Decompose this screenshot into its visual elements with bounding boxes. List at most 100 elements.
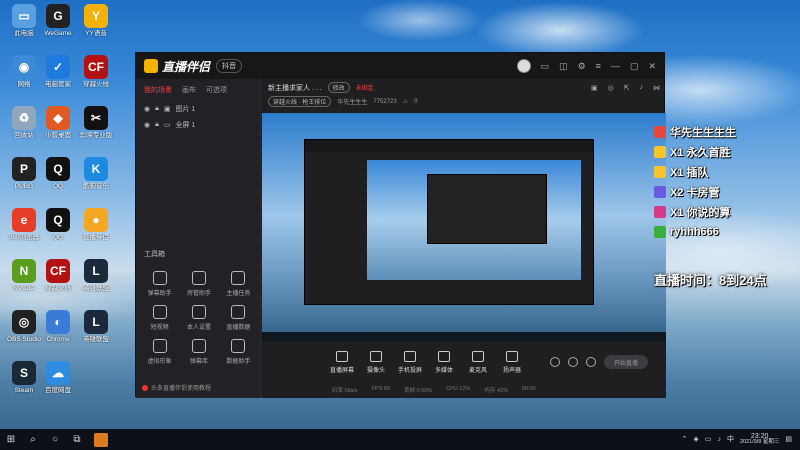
lock-icon[interactable]: 🔒︎ xyxy=(155,121,159,129)
desktop-icon[interactable]: Q QQ xyxy=(38,157,78,190)
desktop-icon[interactable]: ◐ Chrome xyxy=(38,310,78,343)
app-icon: Q xyxy=(46,157,70,181)
network-icon[interactable]: ▭ xyxy=(705,435,712,443)
desktop-icon[interactable]: CF 穿越火线 xyxy=(76,55,116,88)
source-button[interactable]: 摄像头 xyxy=(364,351,388,374)
tool-item[interactable]: 虚拟形象 xyxy=(140,339,179,365)
shield-icon[interactable]: ◈ xyxy=(693,435,698,443)
tray-arrow-icon[interactable]: ⌃ xyxy=(682,435,688,443)
skin-icon[interactable]: ◫ xyxy=(559,61,568,72)
desktop-icon[interactable]: L 英雄联盟 xyxy=(76,259,116,292)
maximize-icon[interactable]: ▢ xyxy=(630,61,639,72)
task-view-icon[interactable]: ⧉ xyxy=(66,429,88,450)
live-preview[interactable] xyxy=(262,113,666,341)
bind-status[interactable]: 未绑定 xyxy=(356,83,374,92)
source-icon xyxy=(438,351,450,362)
play-icon[interactable] xyxy=(550,357,560,367)
source-icon xyxy=(336,351,348,362)
close-icon[interactable]: ✕ xyxy=(648,61,656,72)
share-icon[interactable]: ⇱ xyxy=(624,84,630,92)
desktop-icon[interactable]: L 英雄联盟 xyxy=(76,310,116,343)
eye-icon[interactable]: ◉ xyxy=(144,105,150,113)
desktop-icon[interactable]: ● 直播伴侣 xyxy=(76,208,116,241)
source-button[interactable]: 麦克风 xyxy=(466,351,490,374)
message-icon[interactable]: ▭ xyxy=(541,61,550,72)
overlay-icon xyxy=(654,226,666,238)
lock-icon[interactable]: 🔒︎ xyxy=(155,105,159,113)
timer-icon[interactable] xyxy=(568,357,578,367)
desktop-icon[interactable]: ◆ 小智桌面 xyxy=(38,106,78,139)
fire-icon: ♨ xyxy=(402,99,409,105)
desktop-icon[interactable]: ✂ 剪映专业版 xyxy=(76,106,116,139)
minimize-icon[interactable]: — xyxy=(611,61,620,71)
ime-icon[interactable]: 中 xyxy=(727,434,734,444)
source-button[interactable]: 手机投屏 xyxy=(398,351,422,374)
toolbox-grid: 弹幕助手 房管助手 主播任务短视频 本人设置 直播数据虚拟形象 弹幕库 数据助手 xyxy=(140,271,258,365)
live-companion-taskbar-icon[interactable] xyxy=(94,432,108,447)
volume-icon[interactable]: ♪ xyxy=(717,436,721,443)
scene-item-image[interactable]: ◉ 🔒︎ ▣ 图片 1 xyxy=(136,101,260,117)
category-tag[interactable]: 穿越火线 · 枪王排位 xyxy=(268,96,332,107)
avatar[interactable] xyxy=(516,59,531,73)
version-badge[interactable]: 抖音 xyxy=(216,59,243,73)
desktop-icon[interactable]: Q QQ xyxy=(38,208,78,241)
menu-icon[interactable]: ≡ xyxy=(596,61,601,71)
app-icon: ☁ xyxy=(46,361,70,385)
eye-icon[interactable]: ◉ xyxy=(144,121,150,129)
tab-canvas[interactable]: 画布 xyxy=(182,85,196,95)
desktop-icon[interactable]: K 酷狗音乐 xyxy=(76,157,116,190)
tool-item[interactable]: 弹幕助手 xyxy=(140,271,179,297)
tool-item[interactable]: 房管助手 xyxy=(179,271,218,297)
source-button[interactable]: 扬声器 xyxy=(500,351,524,374)
tutorial-link[interactable]: 头条直播伴侣使用教程 xyxy=(142,383,211,392)
bottom-right-controls: 开始直播 xyxy=(550,355,648,369)
notification-icon[interactable]: ▤ xyxy=(785,435,792,443)
overlay-icon xyxy=(654,146,666,158)
start-live-button[interactable]: 开始直播 xyxy=(604,355,648,369)
toolbox-title: 工具箱 xyxy=(144,251,165,258)
edit-button[interactable]: 修改 xyxy=(327,82,350,93)
app-logo-icon xyxy=(144,59,158,73)
cortana-icon[interactable]: ○ xyxy=(44,429,66,450)
nickname: 华先生生生 xyxy=(337,100,368,106)
tool-item[interactable]: 数据助手 xyxy=(219,339,258,365)
tool-item[interactable]: 短视频 xyxy=(140,305,179,331)
scene-item-fullscreen[interactable]: ◉ 🔒︎ ▭ 全屏 1 xyxy=(136,117,260,133)
app-icon: ♻ xyxy=(12,106,36,130)
app-icon: e xyxy=(12,208,36,232)
tab-options[interactable]: 可选项 xyxy=(206,85,227,95)
gear-icon[interactable] xyxy=(586,357,596,367)
app-icon: P xyxy=(12,157,36,181)
tab-my-scenes[interactable]: 我的场景 xyxy=(144,85,172,95)
tool-item[interactable]: 主播任务 xyxy=(219,271,258,297)
desktop-icon[interactable]: G WeGame xyxy=(38,4,78,37)
windows-start-icon[interactable]: ⊞ xyxy=(0,429,22,450)
desktop-icon-label: QQ xyxy=(52,234,64,241)
app-icon: Q xyxy=(46,208,70,232)
desktop-icon-label: 英雄联盟 xyxy=(83,285,109,292)
record-icon[interactable]: ◎ xyxy=(608,84,614,92)
tool-item[interactable]: 直播数据 xyxy=(219,305,258,331)
desktop-icon[interactable]: CF 穿越火线 xyxy=(38,259,78,292)
overlay-icon xyxy=(654,126,666,138)
app-icon: ◆ xyxy=(46,106,70,130)
stat-item: 丢帧 0.00% xyxy=(404,388,433,394)
app-icon: CF xyxy=(84,55,108,79)
settings-icon[interactable]: ⚙ xyxy=(578,61,586,72)
source-button[interactable]: 直播屏幕 xyxy=(330,351,354,374)
nested-preview xyxy=(367,160,581,280)
tool-item[interactable]: 弹幕库 xyxy=(179,339,218,365)
link-icon[interactable]: ⋈ xyxy=(653,84,660,92)
tool-item[interactable]: 本人设置 xyxy=(179,305,218,331)
search-icon[interactable]: ⌕ xyxy=(22,429,44,450)
clock[interactable]: 23:20 2021/9/8 星期三 xyxy=(740,433,779,446)
desktop-icon[interactable]: ☁ 百度网盘 xyxy=(38,361,78,394)
desktop-icon[interactable]: Y YY语音 xyxy=(76,4,116,37)
app-icon: ◎ xyxy=(12,310,36,334)
bell-icon[interactable]: ♪ xyxy=(640,84,644,92)
desktop-icon[interactable]: ✓ 电脑管家 xyxy=(38,55,78,88)
source-icon xyxy=(404,351,416,362)
overlay-line: X2 卡房管 xyxy=(654,182,800,202)
screenshot-icon[interactable]: ▣ xyxy=(591,84,598,92)
source-button[interactable]: 多媒体 xyxy=(432,351,456,374)
